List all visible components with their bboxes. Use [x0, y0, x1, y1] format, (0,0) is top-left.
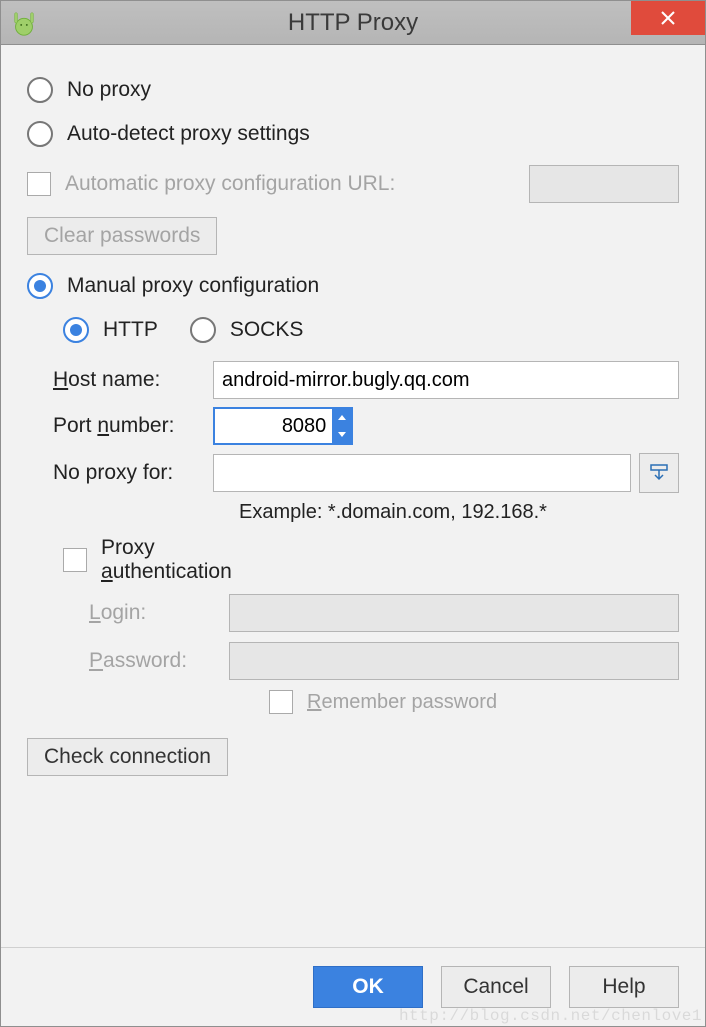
android-studio-icon	[9, 8, 39, 38]
remember-password-checkbox	[269, 690, 293, 714]
close-button[interactable]	[631, 1, 705, 35]
http-label: HTTP	[103, 318, 158, 342]
expand-no-proxy-button[interactable]	[639, 453, 679, 493]
close-icon	[661, 11, 675, 25]
clear-passwords-button: Clear passwords	[27, 217, 217, 255]
radio-no-proxy[interactable]: No proxy	[27, 77, 679, 103]
dialog-content: No proxy Auto-detect proxy settings Auto…	[1, 45, 705, 947]
spinner-arrows[interactable]	[332, 409, 351, 443]
no-proxy-for-label: No proxy for:	[53, 461, 213, 485]
manual-proxy-label: Manual proxy configuration	[67, 274, 319, 298]
radio-icon	[190, 317, 216, 343]
radio-icon	[27, 121, 53, 147]
password-label: Password:	[89, 649, 229, 673]
window-title: HTTP Proxy	[1, 9, 705, 37]
remember-password-label: Remember password	[307, 691, 497, 714]
host-name-label: Host name:	[53, 368, 213, 392]
port-number-input[interactable]	[213, 407, 353, 445]
no-proxy-label: No proxy	[67, 78, 151, 102]
cancel-button[interactable]: Cancel	[441, 966, 551, 1008]
radio-icon	[63, 317, 89, 343]
port-number-field[interactable]	[215, 409, 332, 443]
radio-socks[interactable]: SOCKS	[190, 317, 304, 343]
ok-button[interactable]: OK	[313, 966, 423, 1008]
socks-label: SOCKS	[230, 318, 304, 342]
radio-icon	[27, 273, 53, 299]
host-name-input[interactable]	[213, 361, 679, 399]
titlebar: HTTP Proxy	[1, 1, 705, 45]
login-label: Login:	[89, 601, 229, 625]
no-proxy-for-input[interactable]	[213, 454, 631, 492]
proxy-auth-checkbox[interactable]	[63, 548, 87, 572]
proxy-auth-label: Proxy authentication	[101, 536, 261, 584]
no-proxy-example: Example: *.domain.com, 192.168.*	[239, 501, 679, 524]
auto-config-label: Automatic proxy configuration URL:	[65, 172, 517, 196]
dialog-button-bar: OK Cancel Help	[1, 947, 705, 1026]
check-connection-button[interactable]: Check connection	[27, 738, 228, 776]
radio-http[interactable]: HTTP	[63, 317, 158, 343]
auto-detect-label: Auto-detect proxy settings	[67, 122, 310, 146]
radio-manual-proxy[interactable]: Manual proxy configuration	[27, 273, 679, 299]
auto-config-checkbox	[27, 172, 51, 196]
port-number-label: Port number:	[53, 414, 213, 438]
login-input	[229, 594, 679, 632]
radio-icon	[27, 77, 53, 103]
radio-auto-detect[interactable]: Auto-detect proxy settings	[27, 121, 679, 147]
spinner-down[interactable]	[332, 426, 351, 443]
password-input	[229, 642, 679, 680]
spinner-up[interactable]	[332, 409, 351, 426]
help-button[interactable]: Help	[569, 966, 679, 1008]
auto-config-url-input	[529, 165, 679, 203]
expand-icon	[649, 463, 669, 483]
